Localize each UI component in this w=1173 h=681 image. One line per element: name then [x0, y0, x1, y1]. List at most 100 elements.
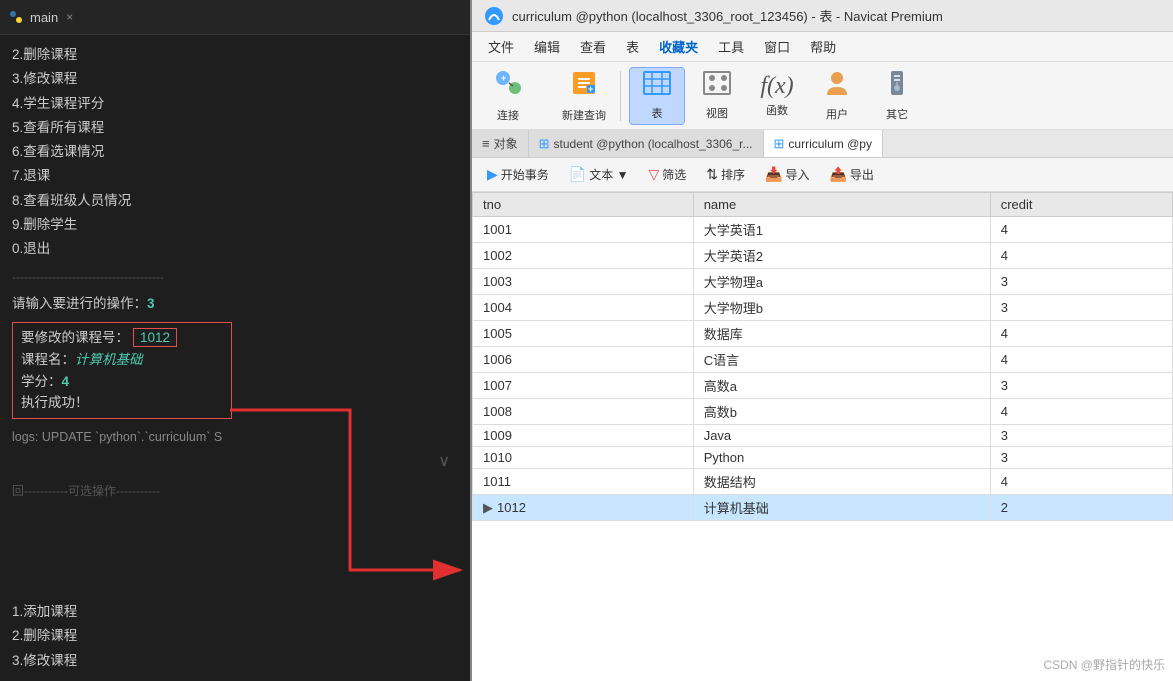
- cell-name: 大学英语1: [693, 217, 990, 243]
- menu-file[interactable]: 文件: [480, 35, 522, 58]
- menu-favorites[interactable]: 收藏夹: [651, 35, 706, 58]
- student-tab-icon: ⊞: [539, 136, 550, 152]
- cell-tno: 1007: [473, 373, 694, 399]
- navicat-toolbar: + 连接 + 新建查询 表 视图 f(x) 函数: [472, 62, 1173, 130]
- window-title: curriculum @python (localhost_3306_root_…: [512, 6, 943, 25]
- menu-edit[interactable]: 编辑: [526, 35, 568, 58]
- import-button[interactable]: 📥 导入: [758, 163, 816, 186]
- import-icon: 📥: [765, 166, 782, 183]
- cell-tno: 1001: [473, 217, 694, 243]
- new-query-label: 新建查询: [562, 107, 606, 123]
- python-icon: [8, 9, 24, 25]
- cell-credit: 4: [990, 347, 1172, 373]
- sort-button[interactable]: ⇅ 排序: [699, 163, 752, 186]
- cell-credit: 4: [990, 243, 1172, 269]
- table-button[interactable]: 表: [629, 67, 685, 125]
- tab-object-label: 对象: [494, 135, 518, 152]
- filter-button[interactable]: ▽ 筛选: [641, 163, 693, 186]
- other-button[interactable]: 其它: [869, 67, 925, 125]
- svg-text:+: +: [501, 73, 506, 83]
- function-icon: f(x): [760, 73, 793, 100]
- navicat-titlebar: curriculum @python (localhost_3306_root_…: [472, 0, 1173, 32]
- navicat-tabs: ≡ 对象 ⊞ student @python (localhost_3306_r…: [472, 130, 1173, 158]
- table-row[interactable]: 1009Java3: [473, 425, 1173, 447]
- table-header-row: tno name credit: [473, 193, 1173, 217]
- scroll-indicator[interactable]: ∨: [12, 447, 458, 477]
- cell-credit: 2: [990, 495, 1172, 521]
- view-label: 视图: [706, 105, 728, 121]
- navicat-menubar: 文件 编辑 查看 表 收藏夹 工具 窗口 帮助: [472, 32, 1173, 62]
- table-row[interactable]: 1006C语言4: [473, 347, 1173, 373]
- list-item: 7.退课: [12, 164, 458, 188]
- col-header-name: name: [693, 193, 990, 217]
- cell-name: 大学物理a: [693, 269, 990, 295]
- cell-credit: 3: [990, 269, 1172, 295]
- bottom-menu: 1.添加课程 2.删除课程 3.修改课程: [0, 596, 470, 681]
- toolbar-separator-1: [620, 71, 621, 121]
- list-item: 8.查看班级人员情况: [12, 189, 458, 213]
- list-item: 3.修改课程: [12, 67, 458, 91]
- cell-name: Java: [693, 425, 990, 447]
- tab-student[interactable]: ⊞ student @python (localhost_3306_r...: [529, 130, 764, 157]
- table-icon: [642, 70, 672, 103]
- tab-close-button[interactable]: ×: [66, 10, 73, 24]
- table-row[interactable]: 1007高数a3: [473, 373, 1173, 399]
- list-item: 2.删除课程: [12, 624, 458, 648]
- list-item: 2.删除课程: [12, 43, 458, 67]
- data-table: tno name credit 1001大学英语141002大学英语241003…: [472, 192, 1173, 681]
- list-item: 9.删除学生: [12, 213, 458, 237]
- cell-credit: 3: [990, 447, 1172, 469]
- tab-curriculum[interactable]: ⊞ curriculum @py: [764, 130, 883, 157]
- menu-table[interactable]: 表: [618, 35, 647, 58]
- tab-curriculum-label: curriculum @py: [788, 137, 872, 151]
- separator-2: 回-----------可选操作-----------: [12, 482, 458, 501]
- col-header-tno: tno: [473, 193, 694, 217]
- function-label: 函数: [766, 102, 788, 118]
- cell-credit: 4: [990, 217, 1172, 243]
- menu-view[interactable]: 查看: [572, 35, 614, 58]
- text-icon: 📄: [569, 166, 586, 183]
- cell-credit: 3: [990, 373, 1172, 399]
- cell-tno: 1006: [473, 347, 694, 373]
- connect-label: 连接: [497, 107, 519, 123]
- function-button[interactable]: f(x) 函数: [749, 67, 805, 125]
- table-row[interactable]: 1003大学物理a3: [473, 269, 1173, 295]
- cell-tno: 1003: [473, 269, 694, 295]
- separator-1: --------------------------------------: [12, 268, 458, 287]
- table-row[interactable]: 1011数据结构4: [473, 469, 1173, 495]
- col-header-credit: credit: [990, 193, 1172, 217]
- export-button[interactable]: 📤 导出: [822, 163, 880, 186]
- cell-name: 数据结构: [693, 469, 990, 495]
- view-button[interactable]: 视图: [689, 67, 745, 125]
- menu-tools[interactable]: 工具: [710, 35, 752, 58]
- list-item: 3.修改课程: [12, 649, 458, 673]
- table-row[interactable]: 1010Python3: [473, 447, 1173, 469]
- cell-tno: 1010: [473, 447, 694, 469]
- cell-credit: 4: [990, 321, 1172, 347]
- tab-object[interactable]: ≡ 对象: [472, 130, 529, 157]
- cell-credit: 3: [990, 295, 1172, 321]
- table-row[interactable]: 1001大学英语14: [473, 217, 1173, 243]
- curriculum-tab-icon: ⊞: [774, 136, 785, 152]
- table-row[interactable]: ▶1012计算机基础2: [473, 495, 1173, 521]
- cell-name: 大学英语2: [693, 243, 990, 269]
- course-no-row: 要修改的课程号：1012: [21, 327, 223, 349]
- input-block: 要修改的课程号：1012 课程名：计算机基础 学分：4 执行成功！: [12, 322, 232, 418]
- table-row[interactable]: 1005数据库4: [473, 321, 1173, 347]
- list-item: 1.添加课程: [12, 600, 458, 624]
- begin-tx-button[interactable]: ▶ 开始事务: [480, 163, 556, 186]
- connect-button[interactable]: + 连接: [480, 67, 536, 125]
- table-row[interactable]: 1002大学英语24: [473, 243, 1173, 269]
- cell-name: 高数b: [693, 399, 990, 425]
- cell-credit: 4: [990, 399, 1172, 425]
- cell-tno: 1004: [473, 295, 694, 321]
- new-query-button[interactable]: + 新建查询: [556, 67, 612, 125]
- filter-icon: ▽: [648, 166, 659, 183]
- cell-name: Python: [693, 447, 990, 469]
- menu-help[interactable]: 帮助: [802, 35, 844, 58]
- table-row[interactable]: 1004大学物理b3: [473, 295, 1173, 321]
- menu-window[interactable]: 窗口: [756, 35, 798, 58]
- user-button[interactable]: 用户: [809, 67, 865, 125]
- text-button[interactable]: 📄 文本 ▼: [562, 163, 636, 186]
- table-row[interactable]: 1008高数b4: [473, 399, 1173, 425]
